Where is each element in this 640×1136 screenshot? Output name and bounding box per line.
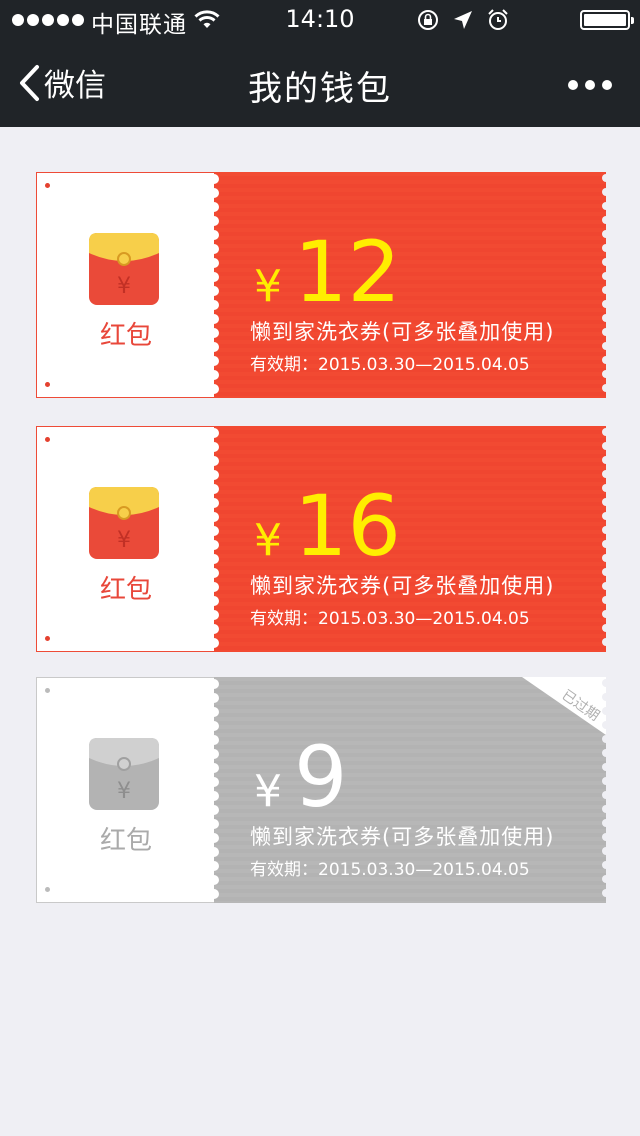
battery-icon bbox=[580, 10, 634, 30]
red-envelope-icon: ¥ bbox=[89, 738, 159, 810]
red-envelope-icon: ¥ bbox=[89, 233, 159, 305]
coupon-amount: ¥ 16 bbox=[254, 484, 401, 568]
coupon-stub: ¥ 红包 bbox=[36, 426, 215, 652]
coupon-amount: ¥ 9 bbox=[254, 735, 347, 819]
perforated-edge bbox=[602, 174, 606, 392]
coupon-type-label: 红包 bbox=[99, 826, 152, 856]
coupon-type-label: 红包 bbox=[99, 575, 152, 605]
coupon-description: 懒到家洗衣券(可多张叠加使用) bbox=[250, 574, 555, 598]
navigation-bar: 微信 我的钱包 bbox=[0, 40, 640, 127]
more-icon[interactable] bbox=[568, 80, 612, 90]
coupon-body: ¥ 16 懒到家洗衣券(可多张叠加使用) 有效期：2015.03.30—2015… bbox=[214, 426, 606, 652]
expired-badge: 已过期 bbox=[516, 677, 606, 737]
svg-text:¥: ¥ bbox=[117, 274, 131, 299]
currency-symbol: ¥ bbox=[254, 515, 282, 566]
alarm-icon bbox=[488, 9, 508, 30]
coupon-amount: ¥ 12 bbox=[254, 230, 401, 314]
rotation-lock-icon bbox=[418, 10, 438, 30]
svg-text:¥: ¥ bbox=[117, 779, 131, 804]
perforated-edge bbox=[602, 679, 606, 897]
status-icons bbox=[416, 8, 510, 32]
svg-text:¥: ¥ bbox=[117, 528, 131, 553]
currency-symbol: ¥ bbox=[254, 261, 282, 312]
coupon-validity: 有效期：2015.03.30—2015.04.05 bbox=[250, 355, 530, 375]
perforation bbox=[214, 174, 219, 394]
coupon-card[interactable]: ¥ 红包 ¥ 12 懒到家洗衣券(可多张叠加使用) 有效期：2015.03.30… bbox=[36, 172, 606, 398]
coupon-card-expired[interactable]: ¥ 红包 ¥ 9 懒到家洗衣券(可多张叠加使用) 有效期：2015.03.30—… bbox=[36, 677, 606, 903]
coupon-stub: ¥ 红包 bbox=[36, 172, 215, 398]
perforated-edge bbox=[602, 428, 606, 646]
status-bar: 中国联通 14:10 bbox=[0, 0, 640, 40]
perforation bbox=[214, 428, 219, 648]
coupon-body: ¥ 9 懒到家洗衣券(可多张叠加使用) 有效期：2015.03.30—2015.… bbox=[214, 677, 606, 903]
coupon-stub: ¥ 红包 bbox=[36, 677, 215, 903]
coupon-type-label: 红包 bbox=[99, 321, 152, 351]
amount-value: 12 bbox=[294, 223, 401, 321]
page-title: 我的钱包 bbox=[248, 69, 392, 109]
status-time: 14:10 bbox=[285, 5, 355, 33]
header: 中国联通 14:10 微信 我的钱包 bbox=[0, 0, 640, 127]
location-icon bbox=[454, 11, 472, 29]
coupon-description: 懒到家洗衣券(可多张叠加使用) bbox=[250, 320, 555, 344]
coupon-body: ¥ 12 懒到家洗衣券(可多张叠加使用) 有效期：2015.03.30—2015… bbox=[214, 172, 606, 398]
amount-value: 16 bbox=[294, 477, 401, 575]
coupon-description: 懒到家洗衣券(可多张叠加使用) bbox=[250, 825, 555, 849]
coupon-validity: 有效期：2015.03.30—2015.04.05 bbox=[250, 609, 530, 629]
red-envelope-icon: ¥ bbox=[89, 487, 159, 559]
amount-value: 9 bbox=[294, 728, 348, 826]
perforation bbox=[214, 679, 219, 899]
coupon-validity: 有效期：2015.03.30—2015.04.05 bbox=[250, 860, 530, 880]
currency-symbol: ¥ bbox=[254, 766, 282, 817]
coupon-card[interactable]: ¥ 红包 ¥ 16 懒到家洗衣券(可多张叠加使用) 有效期：2015.03.30… bbox=[36, 426, 606, 652]
